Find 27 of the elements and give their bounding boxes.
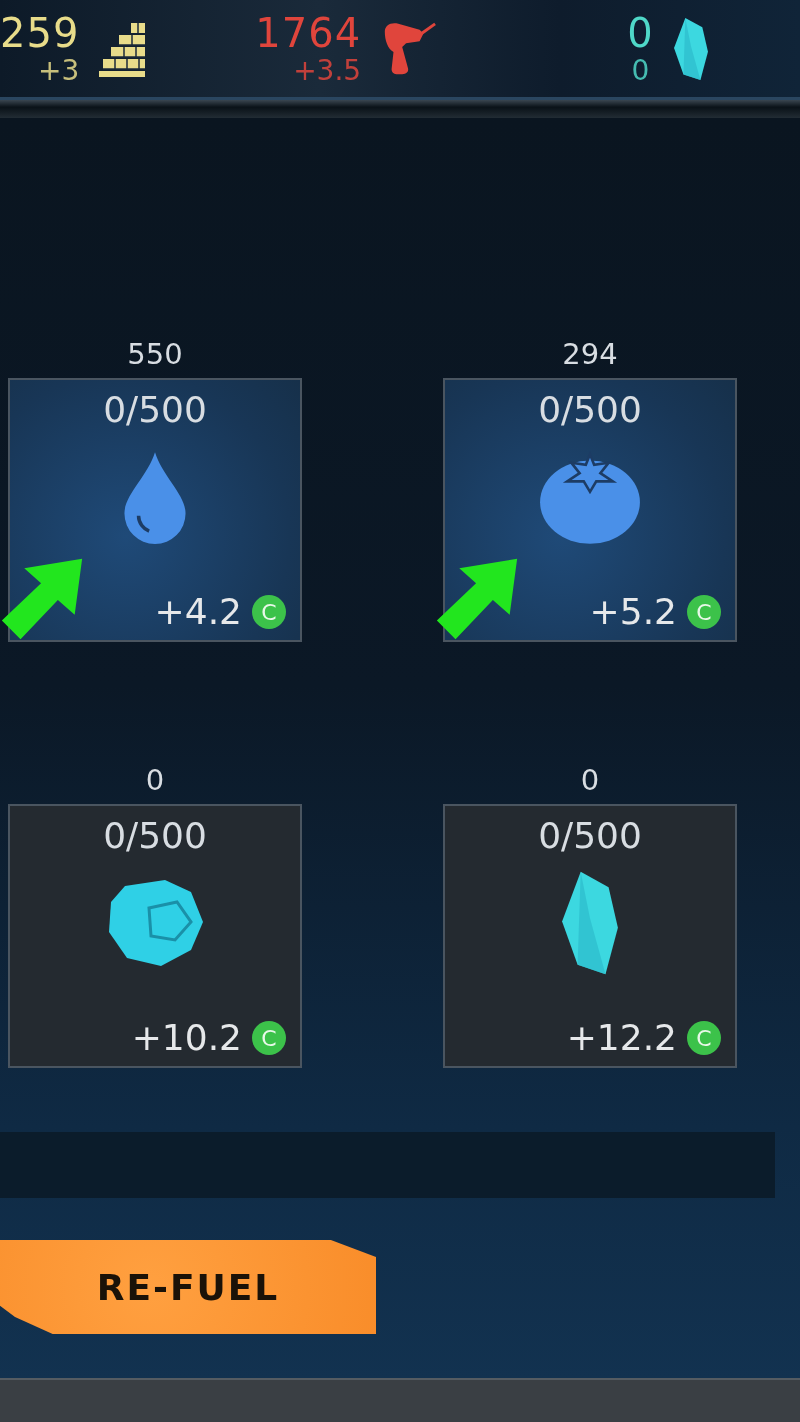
crystal-icon	[671, 15, 710, 82]
rate-text: +10.2	[131, 1018, 242, 1058]
capacity-text: 0/500	[538, 390, 642, 430]
stock-count: 0	[580, 762, 600, 798]
arrow-icon	[0, 556, 84, 642]
capacity-text: 0/500	[103, 390, 207, 430]
resource-amount: 1764	[255, 10, 362, 55]
resource-change: +3	[38, 54, 80, 87]
resource-change: 0	[631, 54, 650, 87]
stock-count: 0	[145, 762, 165, 798]
rate-text: +4.2	[154, 592, 242, 632]
coin-icon: C	[252, 1021, 286, 1055]
stock-count: 550	[127, 336, 183, 372]
refuel-button[interactable]: RE-FUEL	[0, 1240, 376, 1334]
resource-change: +3.5	[293, 54, 362, 87]
arrow-icon	[435, 556, 519, 642]
capacity-text: 0/500	[538, 816, 642, 856]
capacity-text: 0/500	[103, 816, 207, 856]
rate-text: +5.2	[589, 592, 677, 632]
rate-text: +12.2	[566, 1018, 677, 1058]
coin-icon: C	[252, 595, 286, 629]
coin-icon: C	[687, 595, 721, 629]
resource-amount: 259	[0, 10, 80, 55]
bricks-icon	[97, 20, 148, 77]
stock-count: 294	[562, 336, 618, 372]
coin-icon: C	[687, 1021, 721, 1055]
resource-amount: 0	[627, 10, 654, 55]
